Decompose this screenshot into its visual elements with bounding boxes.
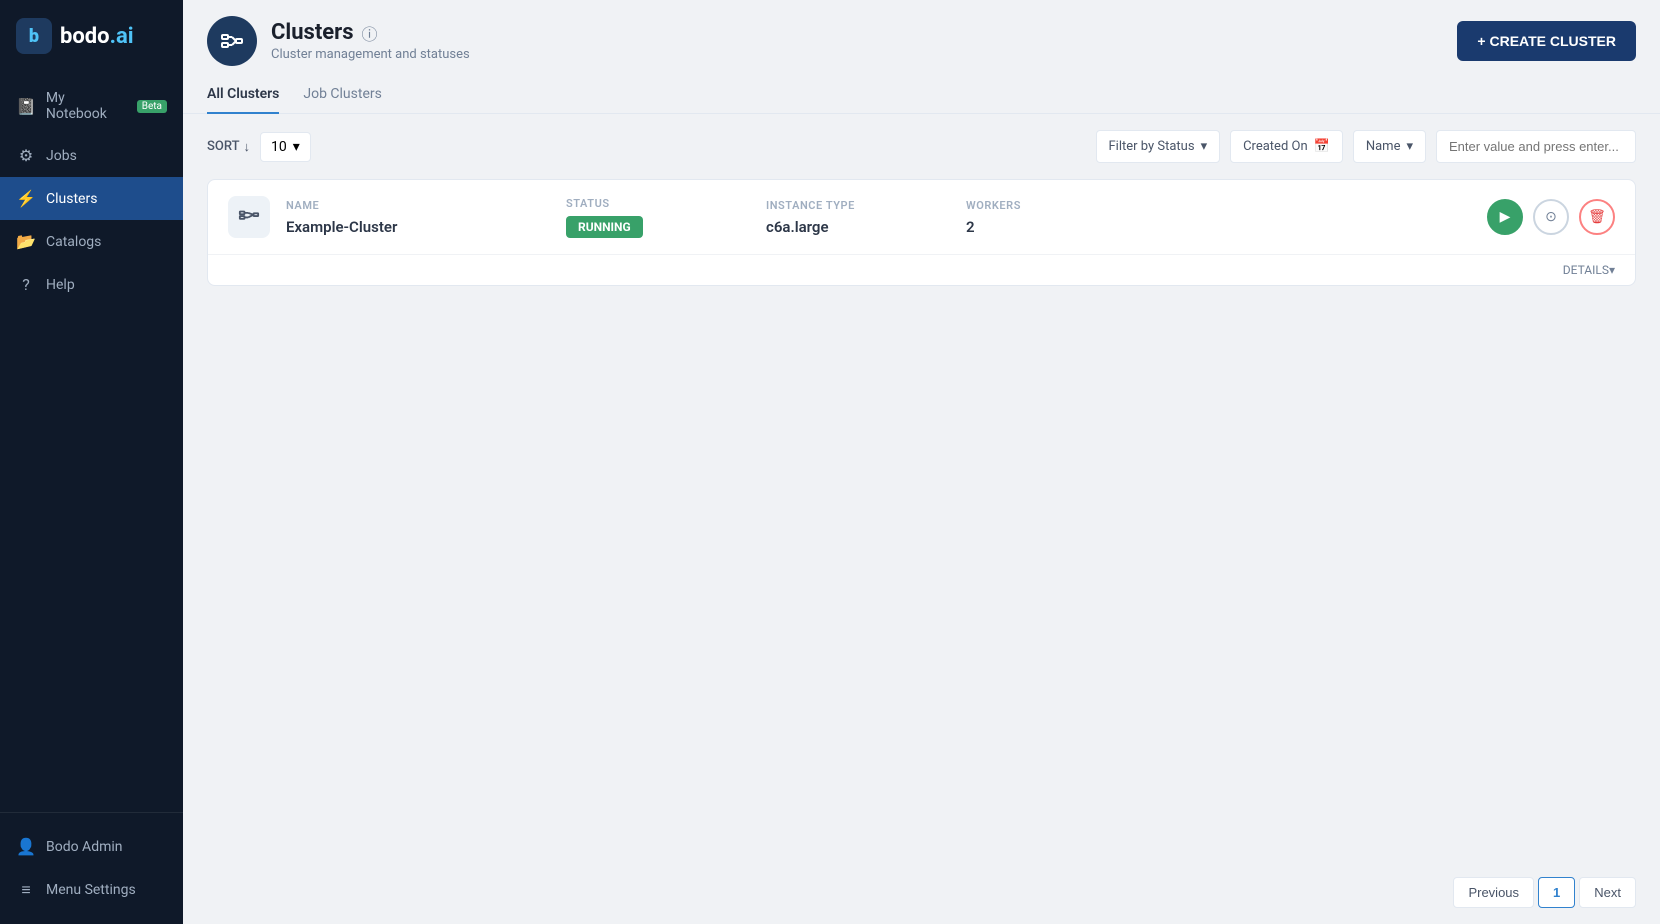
jobs-icon: ⚙ <box>16 146 36 165</box>
workers-value: 2 <box>966 218 1046 236</box>
sort-label: SORT <box>207 139 240 154</box>
cluster-name-col: NAME Example-Cluster <box>286 199 526 236</box>
help-circle-icon[interactable]: ⓘ <box>362 21 378 45</box>
stop-cluster-button[interactable]: ⊙ <box>1533 199 1569 235</box>
status-header: STATUS <box>566 197 726 210</box>
start-cluster-button[interactable]: ▶ <box>1487 199 1523 235</box>
search-input[interactable] <box>1436 130 1636 163</box>
chevron-down-icon: ▾ <box>293 139 300 155</box>
workers-header: WORKERS <box>966 199 1046 212</box>
name-filter-label: Name <box>1366 139 1401 154</box>
header-text: Clusters ⓘ Cluster management and status… <box>271 20 470 62</box>
beta-badge: Beta <box>137 100 167 113</box>
page-1-button[interactable]: 1 <box>1538 877 1575 908</box>
name-header: NAME <box>286 199 526 212</box>
cluster-name: Example-Cluster <box>286 218 526 236</box>
chevron-down-icon: ▾ <box>1609 263 1615 277</box>
notebook-icon: 📓 <box>16 97 36 116</box>
status-badge: RUNNING <box>566 216 643 238</box>
logo-text: bodo.ai <box>60 24 134 49</box>
cluster-row-icon <box>228 196 270 238</box>
sidebar: b bodo.ai 📓 My Notebook Beta ⚙ Jobs ⚡ Cl… <box>0 0 183 924</box>
sidebar-item-bodo-admin[interactable]: 👤 Bodo Admin <box>0 825 183 868</box>
sidebar-item-menu-settings[interactable]: ≡ Menu Settings <box>0 868 183 912</box>
sidebar-item-label: Catalogs <box>46 234 101 250</box>
logo-icon: b <box>16 18 52 54</box>
page-title: Clusters <box>271 20 354 45</box>
header: Clusters ⓘ Cluster management and status… <box>183 0 1660 66</box>
delete-cluster-button[interactable]: 🗑 <box>1579 199 1615 235</box>
cluster-actions: ▶ ⊙ 🗑 <box>1487 199 1615 235</box>
toolbar: SORT ↓ 10 ▾ Filter by Status ▾ Created O… <box>183 114 1660 179</box>
chevron-down-icon: ▾ <box>1201 139 1208 154</box>
sidebar-item-catalogs[interactable]: 📂 Catalogs <box>0 220 183 263</box>
content-area: NAME Example-Cluster STATUS RUNNING INST… <box>183 179 1660 861</box>
cluster-info: NAME Example-Cluster STATUS RUNNING INST… <box>286 197 1471 238</box>
sidebar-item-label: Menu Settings <box>46 882 136 898</box>
cluster-workers-col: WORKERS 2 <box>966 199 1046 236</box>
previous-button[interactable]: Previous <box>1453 877 1534 908</box>
filter-status-label: Filter by Status <box>1109 139 1195 154</box>
header-left: Clusters ⓘ Cluster management and status… <box>207 16 470 66</box>
cluster-row: NAME Example-Cluster STATUS RUNNING INST… <box>208 180 1635 254</box>
sort-button[interactable]: SORT ↓ <box>207 139 250 155</box>
chevron-down-icon: ▾ <box>1406 139 1413 154</box>
next-button[interactable]: Next <box>1579 877 1636 908</box>
header-subtitle: Cluster management and statuses <box>271 47 470 62</box>
cluster-card: NAME Example-Cluster STATUS RUNNING INST… <box>207 179 1636 286</box>
details-label: DETAILS <box>1563 263 1609 277</box>
per-page-value: 10 <box>271 139 287 155</box>
menu-icon: ≡ <box>16 880 36 900</box>
filter-status-button[interactable]: Filter by Status ▾ <box>1096 130 1221 163</box>
header-title-row: Clusters ⓘ <box>271 20 470 45</box>
logo: b bodo.ai <box>0 0 183 70</box>
help-icon: ? <box>16 275 36 294</box>
trash-icon: 🗑 <box>1588 209 1606 225</box>
user-icon: 👤 <box>16 837 36 856</box>
date-filter-label: Created On <box>1243 139 1308 154</box>
tab-job-clusters[interactable]: Job Clusters <box>303 78 381 114</box>
main-content: Clusters ⓘ Cluster management and status… <box>183 0 1660 924</box>
cluster-status-col: STATUS RUNNING <box>566 197 726 238</box>
sidebar-item-help[interactable]: ? Help <box>0 263 183 306</box>
create-cluster-button[interactable]: + CREATE CLUSTER <box>1457 21 1636 61</box>
instance-type-header: INSTANCE TYPE <box>766 199 926 212</box>
sidebar-item-my-notebook[interactable]: 📓 My Notebook Beta <box>0 78 183 134</box>
details-row[interactable]: DETAILS ▾ <box>208 254 1635 285</box>
sort-icon: ↓ <box>244 139 251 155</box>
tabs: All Clusters Job Clusters <box>183 66 1660 114</box>
cluster-instance-col: INSTANCE TYPE c6a.large <box>766 199 926 236</box>
calendar-icon: 📅 <box>1314 139 1330 154</box>
clusters-header-icon <box>207 16 257 66</box>
sidebar-item-label: My Notebook <box>46 90 123 122</box>
pagination: Previous 1 Next <box>183 861 1660 924</box>
sidebar-bottom: 👤 Bodo Admin ≡ Menu Settings <box>0 812 183 924</box>
sidebar-item-label: Clusters <box>46 191 97 207</box>
sidebar-item-label: Jobs <box>46 148 77 164</box>
play-icon: ▶ <box>1500 209 1511 225</box>
stop-icon: ⊙ <box>1545 209 1557 225</box>
name-filter-button[interactable]: Name ▾ <box>1353 130 1426 163</box>
sidebar-item-label: Help <box>46 277 75 293</box>
date-filter-button[interactable]: Created On 📅 <box>1230 130 1343 163</box>
clusters-icon: ⚡ <box>16 189 36 208</box>
sidebar-item-label: Bodo Admin <box>46 839 123 855</box>
instance-type-value: c6a.large <box>766 218 926 236</box>
catalogs-icon: 📂 <box>16 232 36 251</box>
sidebar-item-clusters[interactable]: ⚡ Clusters <box>0 177 183 220</box>
sidebar-nav: 📓 My Notebook Beta ⚙ Jobs ⚡ Clusters 📂 C… <box>0 70 183 812</box>
sidebar-item-jobs[interactable]: ⚙ Jobs <box>0 134 183 177</box>
per-page-select[interactable]: 10 ▾ <box>260 132 311 162</box>
tab-all-clusters[interactable]: All Clusters <box>207 78 279 114</box>
